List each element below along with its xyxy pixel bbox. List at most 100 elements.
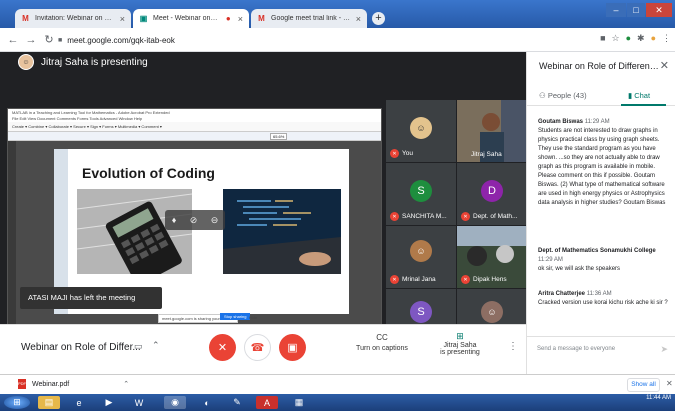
closed-captions-icon: CC: [376, 333, 388, 342]
back-icon[interactable]: ←: [6, 34, 20, 46]
participant-tile-sanchita[interactable]: S ✕ SANCHITA M...: [386, 163, 456, 225]
participant-label: Jitraj Saha: [471, 151, 502, 158]
tab-people[interactable]: ⚇ People (43): [539, 91, 587, 100]
message-text: Cracked version use korai kichu risk ach…: [538, 300, 668, 306]
extension-icon[interactable]: ✱: [637, 33, 645, 44]
firefox-icon[interactable]: ◐: [196, 396, 218, 409]
more-options-icon[interactable]: ⋮: [508, 341, 518, 352]
start-button[interactable]: ⊞: [4, 396, 30, 409]
close-icon[interactable]: ✕: [660, 59, 669, 72]
minimize-button[interactable]: –: [606, 3, 626, 17]
shared-window-toolbar2: 65.6%: [8, 132, 381, 141]
meeting-details-icon[interactable]: ▭: [134, 341, 143, 352]
profile-avatar[interactable]: ●: [651, 33, 656, 44]
participant-label: ✕ Dipak Hens: [461, 275, 507, 284]
shared-window-toolbar: Create ▾ Combine ▾ Collaborate ▾ Secure …: [8, 122, 381, 132]
mute-icon[interactable]: ⊘: [190, 215, 198, 226]
shield-icon[interactable]: ●: [626, 33, 631, 44]
menu-icon[interactable]: ⋮: [662, 33, 671, 44]
recording-dot-icon: ●: [225, 14, 231, 23]
forward-icon[interactable]: →: [24, 34, 38, 46]
star-icon[interactable]: ☆: [612, 33, 620, 44]
meeting-title[interactable]: Webinar on Role of Differ...: [21, 342, 141, 353]
camera-icon[interactable]: ■: [600, 33, 605, 44]
tab-invitation[interactable]: M Invitation: Webinar on Role of D ×: [15, 9, 131, 28]
acrobat-icon[interactable]: A: [256, 396, 278, 409]
panel-tabs: ⚇ People (43) ▮ Chat: [527, 88, 675, 106]
participant-tile-jitraj[interactable]: Jitraj Saha: [457, 100, 526, 162]
laptop-drawing: [223, 189, 341, 274]
send-message-input[interactable]: Send a message to everyone: [537, 346, 615, 352]
word-icon[interactable]: W: [128, 396, 150, 409]
microphone-toggle-button[interactable]: ✕: [209, 334, 236, 361]
close-tab-icon[interactable]: ×: [120, 14, 125, 24]
chrome-icon[interactable]: ◉: [164, 396, 186, 409]
paint-icon[interactable]: ✎: [226, 396, 248, 409]
chat-label: Chat: [634, 91, 651, 100]
captions-label: Turn on captions: [356, 345, 408, 352]
media-player-icon[interactable]: ▶: [98, 396, 120, 409]
pin-icon[interactable]: ♦: [172, 215, 177, 225]
chat-message: Dept. of Mathematics Sonamukhi College 1…: [538, 247, 670, 274]
file-explorer-icon[interactable]: ▤: [38, 396, 60, 409]
hide-button[interactable]: Hide: [246, 314, 260, 321]
chevron-up-icon[interactable]: ⌃: [123, 380, 129, 388]
meet-icon: ▣: [139, 14, 148, 23]
avatar: S: [410, 180, 432, 202]
slide-title: Evolution of Coding: [82, 165, 215, 181]
participant-label: ✕ Mrinal Jana: [390, 275, 436, 284]
chevron-up-icon[interactable]: ⌃: [152, 340, 160, 351]
participant-tile-dipak[interactable]: ✕ Dipak Hens: [457, 226, 526, 288]
reload-icon[interactable]: ↻: [42, 33, 56, 46]
send-icon[interactable]: ➤: [660, 344, 668, 355]
tab-trial-link[interactable]: M Google meet trial link - subhenc ×: [251, 9, 367, 28]
mic-off-icon: ✕: [217, 342, 228, 354]
leave-call-button[interactable]: ☎: [244, 334, 271, 361]
captions-button[interactable]: CC Turn on captions: [352, 333, 412, 352]
mic-off-icon: ✕: [461, 212, 470, 221]
notepad-icon[interactable]: ▦: [288, 396, 310, 409]
close-tab-icon[interactable]: ×: [356, 14, 361, 24]
participant-name: Dept. of Math...: [473, 213, 518, 220]
participant-tile-other[interactable]: ☺: [457, 289, 526, 324]
remove-icon[interactable]: ⊖: [211, 215, 219, 226]
camera-toggle-button[interactable]: ▣: [279, 334, 306, 361]
mic-off-icon: ✕: [390, 212, 399, 221]
participant-tile-dept[interactable]: D ✕ Dept. of Math...: [457, 163, 526, 225]
clock-time: 11:44 AM: [646, 395, 671, 401]
tab-meet[interactable]: ▣ Meet - Webinar on Role of D ● ×: [133, 9, 249, 28]
maximize-button[interactable]: □: [627, 3, 645, 17]
presenting-button[interactable]: ⊞ Jitraj Saha is presenting: [437, 331, 483, 356]
lock-icon: ■: [58, 36, 63, 44]
message-sender: Goutam Biswas: [538, 119, 584, 125]
downloads-bar: PDF Webinar.pdf ⌃ Show all ✕: [0, 374, 675, 394]
participant-tile-you[interactable]: ☺ ✕ You: [386, 100, 456, 162]
system-clock[interactable]: 11:44 AM: [646, 395, 671, 402]
calculator-image: [77, 189, 192, 274]
close-tab-icon[interactable]: ×: [238, 14, 243, 24]
participant-tile-s[interactable]: S: [386, 289, 456, 324]
meeting-controls-bar: Webinar on Role of Differ... ▭ ⌃ ✕ ☎ ▣ C…: [0, 324, 526, 374]
participant-tile-mrinal[interactable]: ☺ ✕ Mrinal Jana: [386, 226, 456, 288]
presenting-label: is presenting: [440, 349, 480, 356]
tab-chat[interactable]: ▮ Chat: [628, 91, 650, 100]
chat-message: Goutam Biswas 11:29 AM Students are not …: [538, 118, 670, 208]
new-tab-button[interactable]: +: [372, 12, 385, 25]
participant-name: Mrinal Jana: [402, 276, 436, 283]
avatar: ☺: [481, 301, 503, 323]
calculator-drawing: [77, 189, 192, 274]
download-item[interactable]: PDF Webinar.pdf ⌃: [18, 379, 129, 389]
close-downloads-icon[interactable]: ✕: [666, 379, 673, 388]
internet-explorer-icon[interactable]: e: [68, 396, 90, 409]
presenter-banner-text: Jitraj Saha is presenting: [41, 56, 148, 68]
participant-name: Jitraj Saha: [471, 151, 502, 158]
close-window-button[interactable]: ✕: [646, 3, 672, 17]
url-field[interactable]: ■ meet.google.com/gqk-itab-eok: [58, 32, 578, 48]
avatar: ☺: [410, 117, 432, 139]
toolbar-icons: ■ ☆ ● ✱ ● ⋮: [600, 33, 671, 44]
camera-off-icon: ▣: [287, 342, 298, 354]
presenting-name: Jitraj Saha: [443, 342, 477, 349]
laptop-code-image: [223, 189, 341, 274]
mic-off-icon: ✕: [390, 149, 399, 158]
show-all-button[interactable]: Show all: [627, 378, 660, 392]
